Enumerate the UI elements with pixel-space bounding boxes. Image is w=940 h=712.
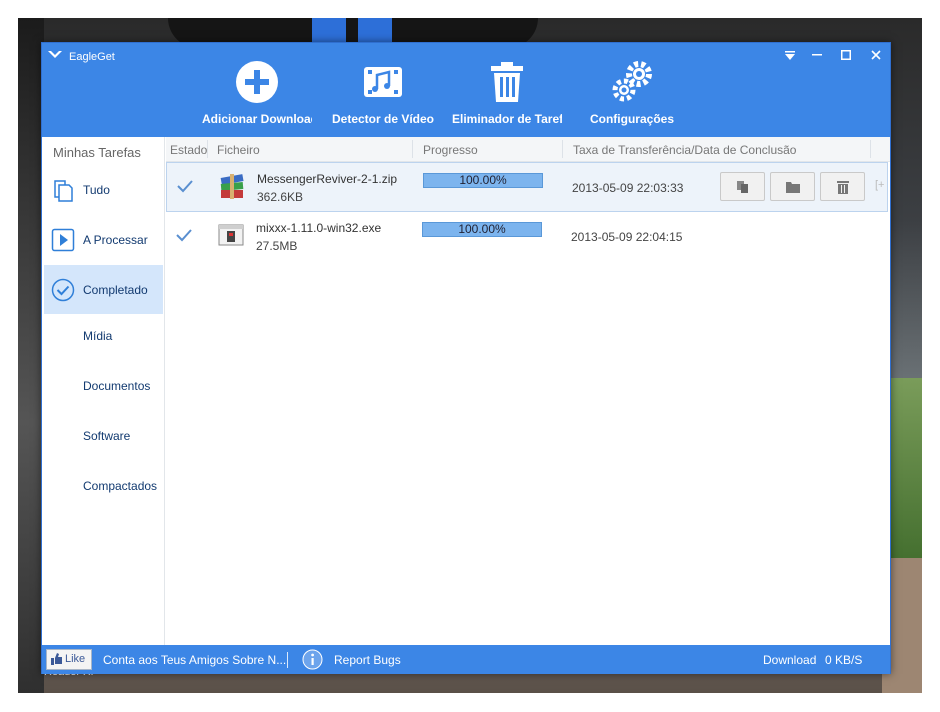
column-headers: Estado Ficheiro Progresso Taxa de Transf… [166, 137, 890, 162]
app-window: EagleGet Adicionar Download Detector de … [41, 42, 891, 674]
wallpaper-stripe [312, 18, 346, 44]
delete-task-button[interactable] [820, 172, 865, 201]
task-eliminator-label: Eliminador de Taref [452, 112, 562, 126]
column-header-progress[interactable]: Progresso [423, 143, 478, 157]
plus-circle-icon [236, 61, 278, 103]
progress-bar: 100.00% [423, 173, 543, 188]
sidebar-item-label: Compactados [83, 479, 158, 493]
report-bugs-link[interactable]: Report Bugs [334, 653, 401, 667]
column-divider[interactable] [870, 140, 871, 158]
file-size: 27.5MB [256, 239, 298, 253]
checkmark-icon [176, 229, 192, 242]
column-header-file[interactable]: Ficheiro [217, 143, 260, 157]
check-circle-icon [51, 278, 75, 302]
checkmark-icon [177, 180, 193, 193]
task-eliminator-button[interactable]: Eliminador de Taref [452, 59, 562, 129]
settings-label: Configurações [589, 112, 674, 126]
minimize-button[interactable] [805, 46, 829, 64]
title-bar: EagleGet Adicionar Download Detector de … [42, 43, 890, 137]
sidebar-item-label: A Processar [83, 233, 148, 247]
sidebar-item-media[interactable]: Mídia [44, 311, 163, 360]
sidebar-item-documents[interactable]: Documentos [44, 361, 163, 410]
add-download-button[interactable]: Adicionar Download [202, 59, 312, 129]
file-name: MessengerReviver-2-1.zip [257, 172, 398, 186]
column-header-status[interactable]: Estado [170, 143, 207, 157]
close-icon [871, 50, 881, 60]
sidebar-heading: Minhas Tarefas [53, 145, 141, 160]
trash-icon [491, 62, 523, 102]
archive-icon [220, 174, 244, 199]
column-divider[interactable] [562, 140, 563, 158]
copy-link-button[interactable] [720, 172, 765, 201]
share-with-friends-link[interactable]: Conta aos Teus Amigos Sobre N... [103, 653, 286, 667]
like-label: Like [65, 653, 86, 665]
download-row[interactable]: mixxx-1.11.0-win32.exe 27.5MB 100.00% 20… [166, 212, 888, 262]
maximize-button[interactable] [834, 46, 858, 64]
file-size: 362.6KB [257, 190, 304, 204]
dropdown-arrow-icon [785, 51, 795, 60]
more-actions-icon[interactable]: [+ [875, 179, 887, 193]
eagle-logo-icon [48, 51, 62, 58]
play-icon [51, 228, 75, 252]
sidebar-item-label: Completado [83, 283, 148, 297]
download-speed-label: Download [763, 653, 817, 667]
minimize-icon [812, 54, 822, 56]
download-row[interactable]: MessengerReviver-2-1.zip 362.6KB 100.00%… [166, 162, 888, 212]
add-download-label: Adicionar Download [202, 112, 312, 126]
wallpaper-stripe [358, 18, 392, 44]
copy-icon [737, 181, 748, 193]
app-title: EagleGet [69, 51, 115, 63]
column-header-rate[interactable]: Taxa de Transferência/Data de Conclusão [573, 143, 796, 157]
folder-icon [786, 182, 800, 193]
trash-icon [837, 181, 849, 194]
sidebar-item-tudo[interactable]: Tudo [44, 165, 163, 214]
menu-dropdown-button[interactable] [778, 46, 802, 64]
facebook-like-button[interactable]: Like [46, 649, 92, 670]
progress-bar: 100.00% [422, 222, 542, 237]
sidebar: Minhas Tarefas Tudo A Processar Completa… [42, 137, 165, 645]
column-divider[interactable] [207, 140, 208, 158]
maximize-icon [841, 50, 851, 60]
file-name: mixxx-1.11.0-win32.exe [256, 221, 382, 235]
sidebar-item-label: Tudo [83, 183, 110, 197]
close-button[interactable] [864, 46, 888, 64]
info-icon[interactable] [302, 649, 323, 670]
film-music-icon [364, 67, 402, 97]
sidebar-item-label: Mídia [83, 329, 113, 343]
column-divider[interactable] [412, 140, 413, 158]
completion-date: 2013-05-09 22:04:15 [571, 230, 683, 244]
sidebar-item-processing[interactable]: A Processar [44, 215, 163, 264]
open-folder-button[interactable] [770, 172, 815, 201]
sidebar-item-software[interactable]: Software [44, 411, 163, 460]
video-detector-label: Detector de Vídeo [331, 112, 435, 126]
status-bar: Like Conta aos Teus Amigos Sobre N... Re… [42, 645, 890, 674]
sidebar-item-label: Software [83, 429, 131, 443]
video-detector-button[interactable]: Detector de Vídeo [328, 59, 438, 129]
completion-date: 2013-05-09 22:03:33 [572, 181, 684, 195]
download-speed-value: 0 KB/S [825, 653, 863, 667]
thumbs-up-icon [51, 653, 62, 665]
gears-icon [612, 61, 652, 102]
documents-icon [54, 180, 73, 202]
installer-icon [218, 224, 244, 246]
sidebar-item-completed[interactable]: Completado [44, 265, 163, 314]
status-divider [287, 652, 288, 668]
sidebar-item-label: Documentos [83, 379, 151, 393]
sidebar-item-compressed[interactable]: Compactados [44, 461, 163, 510]
settings-button[interactable]: Configurações [582, 59, 682, 129]
